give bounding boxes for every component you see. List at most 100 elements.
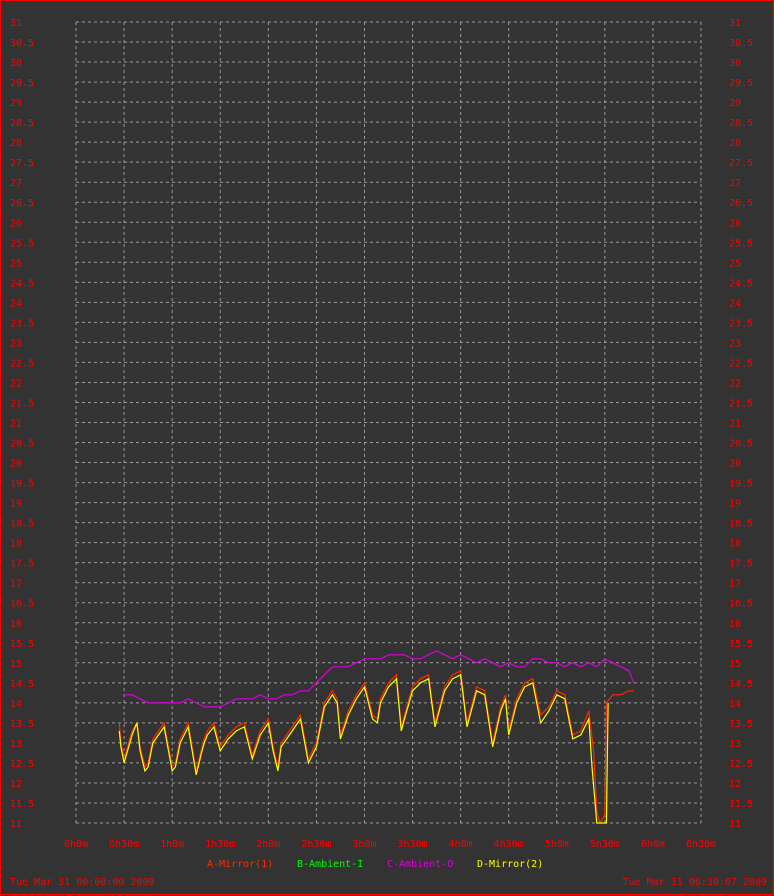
x-tick-label: 1h0m <box>160 839 184 850</box>
x-tick-label: 3h30m <box>397 839 427 850</box>
y-tick-label-left: 26.5 <box>10 198 34 209</box>
y-tick-label-left: 12 <box>10 779 22 790</box>
y-tick-label-right: 20.5 <box>729 439 753 450</box>
y-tick-label-left: 13.5 <box>10 719 34 730</box>
legend-entry: C-Ambient-O <box>387 859 453 870</box>
y-tick-label-right: 16.5 <box>729 599 753 610</box>
y-tick-label-left: 18.5 <box>10 519 34 530</box>
x-tick-label: 0h0m <box>64 839 88 850</box>
y-tick-label-left: 28.5 <box>10 118 34 129</box>
y-tick-label-left: 17 <box>10 579 22 590</box>
y-tick-label-left: 29 <box>10 98 22 109</box>
y-tick-label-left: 26 <box>10 218 22 229</box>
y-tick-label-right: 16 <box>729 619 741 630</box>
y-tick-label-right: 18 <box>729 539 741 550</box>
y-tick-label-left: 15 <box>10 659 22 670</box>
y-tick-label-left: 27.5 <box>10 158 34 169</box>
y-tick-label-right: 15.5 <box>729 639 753 650</box>
chart-frame: 11 11 11.5 11.5 12 12 12.5 12.5 13 13 13.5 13.5 14 14… <box>0 0 774 895</box>
y-tick-label-right: 29 <box>729 98 741 109</box>
y-tick-label-right: 22 <box>729 378 741 389</box>
x-tick-label: 2h30m <box>301 839 331 850</box>
x-tick-label: 0h30m <box>109 839 139 850</box>
y-tick-label-right: 11.5 <box>729 799 753 810</box>
y-tick-label-left: 24.5 <box>10 278 34 289</box>
y-tick-label-left: 22 <box>10 378 22 389</box>
y-tick-label-right: 19.5 <box>729 479 753 490</box>
y-tick-label-left: 21 <box>10 419 22 430</box>
y-tick-label-right: 26.5 <box>729 198 753 209</box>
start-timestamp: Tue Mar 31 00:00:00 2009 <box>10 877 155 888</box>
y-tick-label-right: 14.5 <box>729 679 753 690</box>
y-tick-label-right: 24.5 <box>729 278 753 289</box>
chart-svg: 11 11 11.5 11.5 12 12 12.5 12.5 13 13 13.5 13.5 14 14… <box>10 18 753 870</box>
y-tick-label-right: 17.5 <box>729 559 753 570</box>
y-tick-label-left: 24 <box>10 298 22 309</box>
y-tick-label-right: 25 <box>729 258 741 269</box>
y-tick-label-left: 31 <box>10 18 22 29</box>
x-tick-label: 5h0m <box>545 839 569 850</box>
y-tick-label-right: 25.5 <box>729 238 753 249</box>
y-tick-label-right: 23.5 <box>729 318 753 329</box>
y-tick-label-right: 17 <box>729 579 741 590</box>
y-tick-label-left: 13 <box>10 739 22 750</box>
y-tick-label-right: 23 <box>729 338 741 349</box>
y-tick-label-left: 18 <box>10 539 22 550</box>
y-tick-label-right: 30 <box>729 58 741 69</box>
series-line-a-mirror-1 <box>118 669 634 825</box>
y-tick-label-right: 21.5 <box>729 398 753 409</box>
x-tick-label: 1h30m <box>205 839 235 850</box>
y-tick-label-left: 23 <box>10 338 22 349</box>
y-tick-label-left: 25 <box>10 258 22 269</box>
y-tick-label-right: 12.5 <box>729 759 753 770</box>
x-tick-label: 3h0m <box>352 839 376 850</box>
y-tick-label-left: 27 <box>10 178 22 189</box>
y-tick-label-left: 16.5 <box>10 599 34 610</box>
y-tick-label-right: 11 <box>729 819 741 830</box>
y-tick-label-left: 23.5 <box>10 318 34 329</box>
x-tick-label: 6h0m <box>641 839 665 850</box>
y-tick-label-right: 31 <box>729 18 741 29</box>
y-tick-label-right: 24 <box>729 298 741 309</box>
y-tick-label-left: 11 <box>10 819 22 830</box>
y-tick-label-right: 21 <box>729 419 741 430</box>
y-tick-label-left: 29.5 <box>10 78 34 89</box>
x-tick-label: 5h30m <box>590 839 620 850</box>
y-tick-label-right: 13 <box>729 739 741 750</box>
y-tick-label-right: 13.5 <box>729 719 753 730</box>
y-tick-label-right: 27 <box>729 178 741 189</box>
x-tick-label: 2h0m <box>256 839 280 850</box>
y-tick-label-left: 19 <box>10 499 22 510</box>
y-tick-label-left: 11.5 <box>10 799 34 810</box>
y-tick-label-right: 14 <box>729 699 741 710</box>
y-tick-label-right: 19 <box>729 499 741 510</box>
y-tick-label-left: 15.5 <box>10 639 34 650</box>
y-tick-label-left: 14.5 <box>10 679 34 690</box>
y-tick-label-right: 20 <box>729 459 741 470</box>
legend-entry: B-Ambient-I <box>297 859 363 870</box>
y-tick-label-left: 14 <box>10 699 22 710</box>
y-tick-label-left: 28 <box>10 138 22 149</box>
y-tick-label-left: 20.5 <box>10 439 34 450</box>
y-tick-label-left: 30 <box>10 58 22 69</box>
y-tick-label-right: 22.5 <box>729 358 753 369</box>
y-tick-label-right: 15 <box>729 659 741 670</box>
y-tick-label-right: 29.5 <box>729 78 753 89</box>
legend-entry: D-Mirror(2) <box>477 859 543 870</box>
y-tick-label-left: 12.5 <box>10 759 34 770</box>
x-tick-label: 4h30m <box>494 839 524 850</box>
y-tick-label-left: 20 <box>10 459 22 470</box>
y-tick-label-right: 30.5 <box>729 38 753 49</box>
x-tick-label: 4h0m <box>449 839 473 850</box>
y-tick-label-left: 16 <box>10 619 22 630</box>
y-tick-label-right: 27.5 <box>729 158 753 169</box>
y-tick-label-left: 22.5 <box>10 358 34 369</box>
y-tick-label-right: 28.5 <box>729 118 753 129</box>
y-tick-label-right: 26 <box>729 218 741 229</box>
y-tick-label-left: 17.5 <box>10 559 34 570</box>
y-tick-label-right: 12 <box>729 779 741 790</box>
end-timestamp: Tue Mar 31 06:30:07 2009 <box>622 877 768 888</box>
y-tick-label-left: 30.5 <box>10 38 34 49</box>
y-tick-label-left: 19.5 <box>10 479 34 490</box>
x-tick-label: 6h30m <box>686 839 716 850</box>
